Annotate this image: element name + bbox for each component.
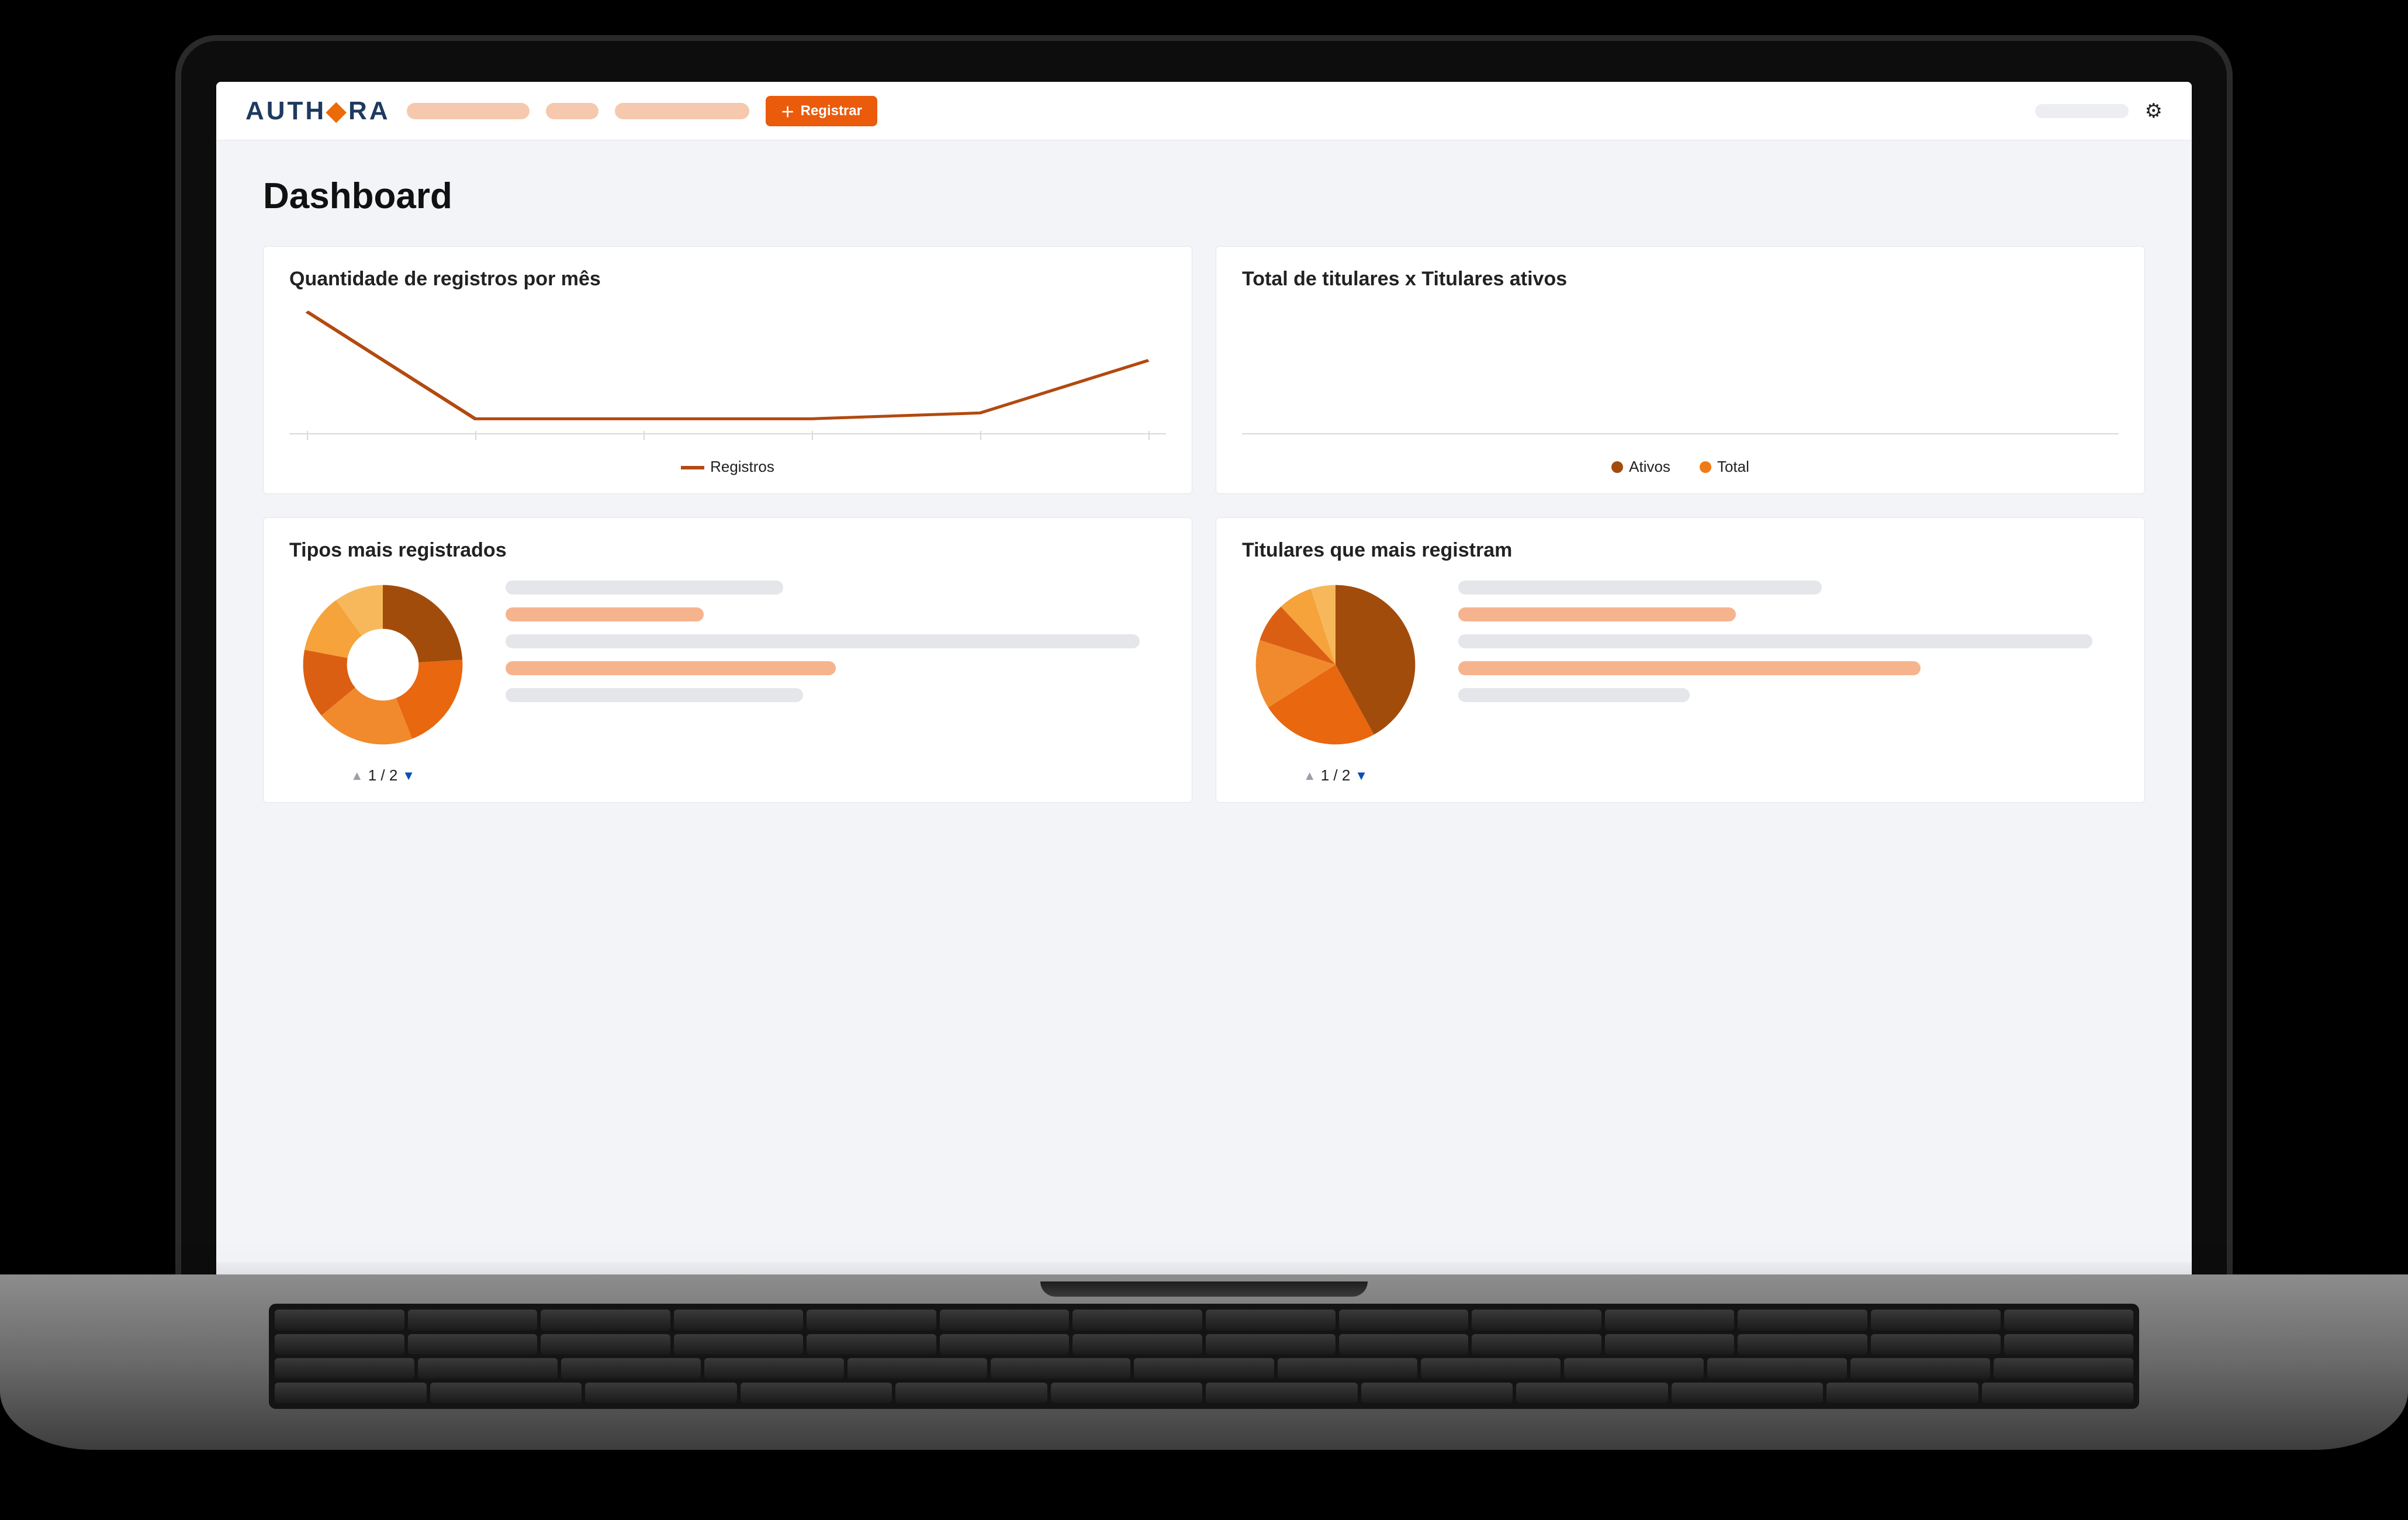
pager-prev-icon[interactable]: ▲ (351, 768, 364, 783)
card-titulares-registram: Titulares que mais registram ▲ 1 / 2 ▼ (1216, 517, 2145, 803)
card-titulares-ativos: Total de titulares x Titulares ativos At… (1216, 246, 2145, 494)
brand-pre: AUTH (245, 96, 326, 125)
line-chart (289, 306, 1166, 446)
line-legend: Registros (289, 458, 1166, 476)
legend-row (1458, 607, 1736, 621)
pager-text: 1 / 2 (368, 766, 398, 785)
topbar: AUTH◆RA ＋ Registrar ⚙ (216, 82, 2192, 140)
page-title: Dashboard (263, 175, 2145, 217)
bar-legend: Ativos Total (1242, 458, 2119, 476)
pie-legend-list (1458, 577, 2119, 785)
x-axis (1242, 433, 2119, 434)
legend-row (1458, 581, 1822, 595)
laptop-mock: AUTH◆RA ＋ Registrar ⚙ Dashboard (94, 35, 2314, 1450)
pie-chart (1248, 577, 1423, 752)
donut-chart (295, 577, 470, 752)
pager: ▲ 1 / 2 ▼ (1303, 766, 1368, 785)
legend-row (506, 634, 1140, 648)
legend-row (1458, 688, 1690, 702)
pager-next-icon[interactable]: ▼ (1355, 768, 1368, 783)
page-body: Dashboard Quantidade de registros por mê… (216, 140, 2192, 838)
legend-row (506, 581, 783, 595)
legend-label-ativos: Ativos (1629, 458, 1670, 475)
legend-row (1458, 661, 1921, 675)
card-title: Quantidade de registros por mês (289, 268, 1166, 291)
nav-item-2[interactable] (546, 103, 598, 119)
legend-row (1458, 634, 2092, 648)
legend-row (506, 688, 803, 702)
card-tipos-registrados: Tipos mais registrados ▲ 1 / 2 ▼ (263, 517, 1192, 803)
plus-icon: ＋ (781, 101, 795, 121)
gear-icon[interactable]: ⚙ (2145, 99, 2163, 123)
legend-dot-ativos (1611, 461, 1623, 473)
legend-row (506, 607, 704, 621)
user-chip[interactable] (2035, 104, 2129, 118)
brand-logo[interactable]: AUTH◆RA (245, 96, 390, 126)
legend-label-total: Total (1717, 458, 1749, 475)
register-button[interactable]: ＋ Registrar (766, 96, 877, 126)
register-label: Registrar (801, 103, 862, 119)
legend-label: Registros (710, 458, 774, 475)
laptop-base (0, 1274, 2408, 1450)
card-title: Titulares que mais registram (1242, 539, 2119, 562)
brand-accent: ◆ (326, 96, 348, 125)
pager-next-icon[interactable]: ▼ (402, 768, 415, 783)
pager: ▲ 1 / 2 ▼ (351, 766, 415, 785)
app-screen: AUTH◆RA ＋ Registrar ⚙ Dashboard (216, 82, 2192, 1274)
nav-item-3[interactable] (615, 103, 749, 119)
donut-legend-list (506, 577, 1166, 785)
bar-chart (1242, 306, 2119, 446)
pager-prev-icon[interactable]: ▲ (1303, 768, 1316, 783)
brand-post: RA (348, 96, 390, 125)
nav-item-1[interactable] (407, 103, 530, 119)
card-title: Tipos mais registrados (289, 539, 1166, 562)
pie-slice (383, 585, 462, 663)
keyboard (269, 1304, 2139, 1409)
pager-text: 1 / 2 (1321, 766, 1351, 785)
card-registros-mes: Quantidade de registros por mês Registro… (263, 246, 1192, 494)
legend-swatch-line (681, 466, 704, 469)
card-title: Total de titulares x Titulares ativos (1242, 268, 2119, 291)
legend-row (506, 661, 836, 675)
legend-dot-total (1700, 461, 1711, 473)
